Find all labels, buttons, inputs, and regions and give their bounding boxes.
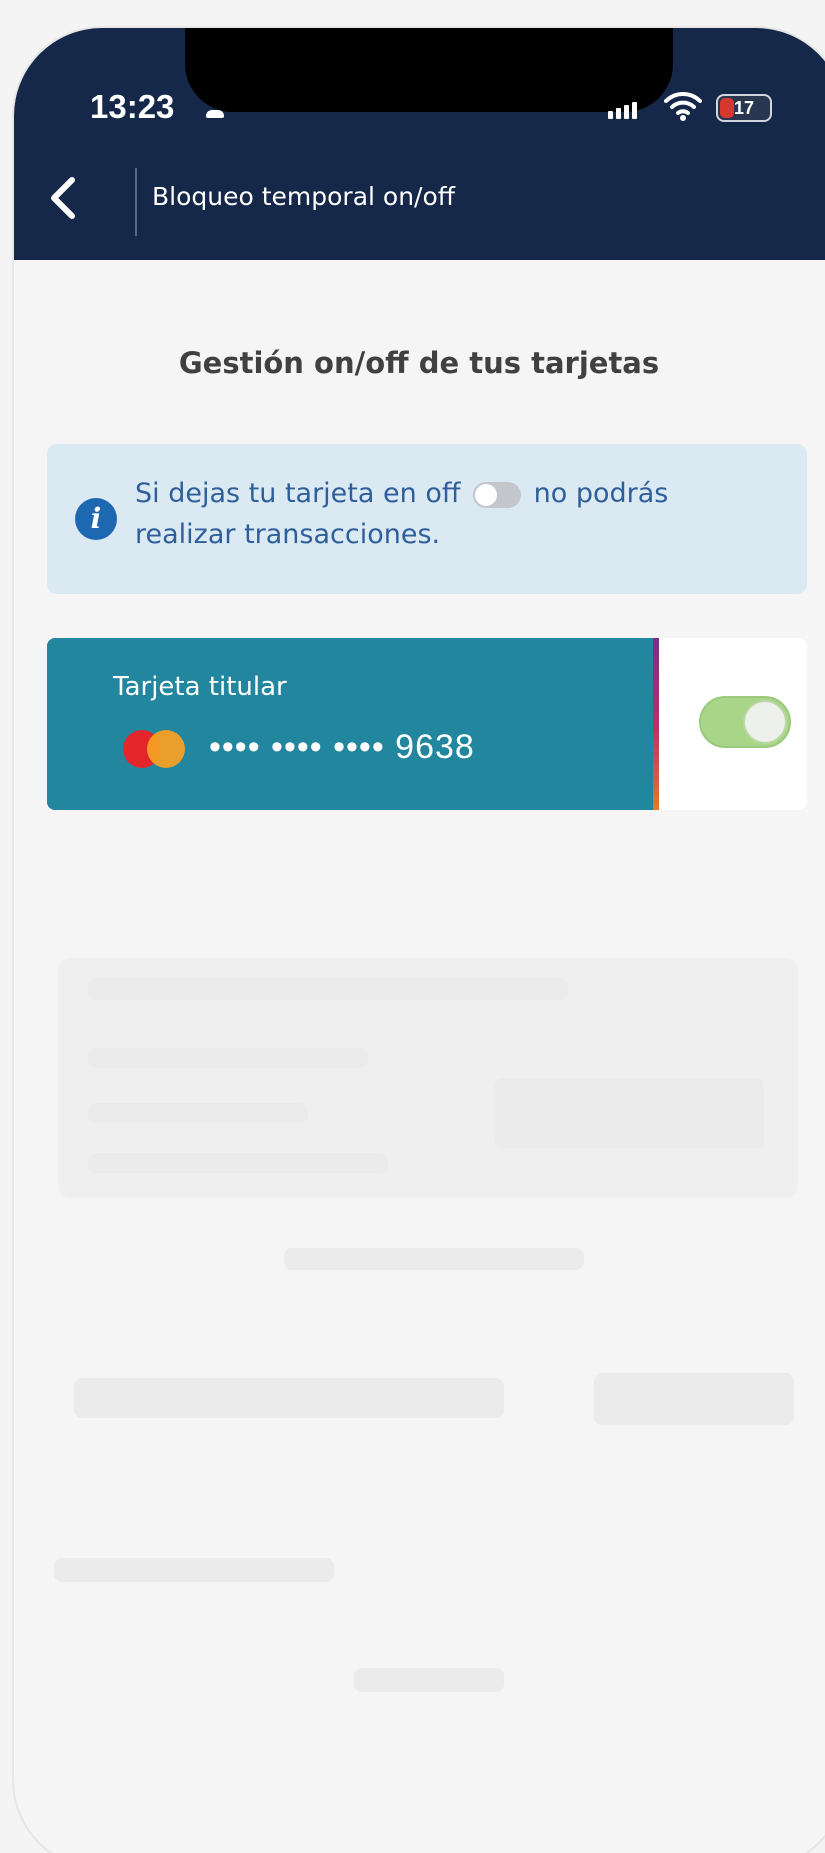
card-row: Tarjeta titular •••• •••• •••• 9638 — [47, 638, 807, 810]
section-title: Gestión on/off de tus tarjetas — [178, 346, 660, 380]
chevron-left-icon — [51, 177, 75, 219]
card-onoff-toggle[interactable] — [699, 696, 791, 748]
battery-percent: 17 — [733, 98, 755, 118]
background-placeholder — [284, 1248, 584, 1270]
background-placeholder — [88, 1048, 368, 1068]
toggle-knob — [743, 700, 787, 744]
info-icon: i — [75, 498, 117, 540]
info-text: Si dejas tu tarjeta en off no podrás rea… — [135, 474, 775, 555]
wifi-icon — [664, 91, 702, 121]
phone-screen: 13:23 17 Bloqueo temporal on/off Gestión… — [14, 28, 825, 1853]
device-notch — [185, 28, 673, 112]
app-header: 13:23 17 Bloqueo temporal on/off — [14, 28, 825, 260]
mastercard-logo-icon — [123, 728, 193, 772]
background-placeholder — [54, 1558, 334, 1582]
page-title: Bloqueo temporal on/off — [152, 182, 456, 211]
card-number: •••• •••• •••• 9638 — [209, 728, 475, 766]
background-placeholder — [594, 1373, 794, 1425]
back-button[interactable] — [42, 168, 102, 238]
toggle-off-icon — [473, 481, 522, 508]
battery-icon: 17 — [716, 94, 772, 122]
nav-divider — [135, 168, 137, 236]
background-placeholder — [88, 1103, 308, 1123]
card-label: Tarjeta titular — [113, 672, 287, 702]
background-placeholder — [88, 978, 568, 1000]
card-face: Tarjeta titular •••• •••• •••• 9638 — [47, 638, 655, 810]
info-text-start: Si dejas tu tarjeta en off — [135, 478, 461, 509]
card-edge — [653, 638, 659, 810]
background-placeholder — [494, 1078, 764, 1148]
background-placeholder — [88, 1153, 388, 1173]
status-time: 13:23 — [90, 88, 175, 125]
info-banner: i Si dejas tu tarjeta en off no podrás r… — [47, 444, 807, 594]
background-placeholder — [74, 1378, 504, 1418]
background-placeholder — [354, 1668, 504, 1692]
signal-icon — [608, 102, 640, 123]
cloud-icon — [206, 110, 224, 118]
